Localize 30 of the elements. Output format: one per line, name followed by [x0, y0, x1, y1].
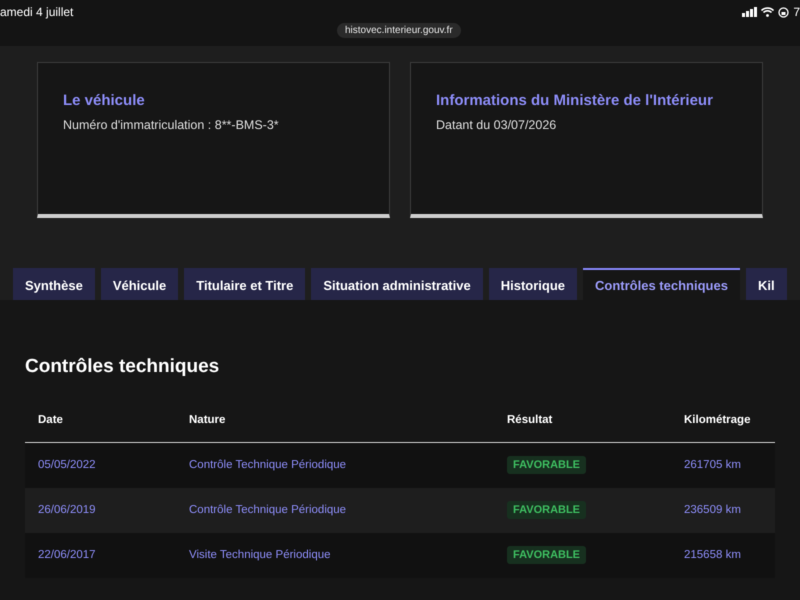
url-bar[interactable]: histovec.interieur.gouv.fr: [337, 23, 461, 38]
table-cell: Visite Technique Périodique: [176, 532, 494, 578]
tab[interactable]: Kil: [746, 268, 787, 300]
table-cell: Contrôle Technique Périodique: [176, 488, 494, 532]
tab[interactable]: Véhicule: [100, 268, 178, 300]
rotation-lock-icon: [778, 6, 790, 18]
tab[interactable]: Situation administrative: [311, 268, 483, 300]
card-text: Numéro d'immatriculation : 8**-BMS-3*: [63, 118, 280, 132]
status-badge: FAVORABLE: [507, 456, 586, 474]
signal-icon: [742, 7, 758, 17]
tab[interactable]: Titulaire et Titre: [184, 268, 306, 300]
table-cell: 26/06/2019: [25, 488, 176, 532]
card-title: Informations du Ministère de l'Intérieur: [436, 91, 714, 111]
card-text: Datant du 03/07/2026: [436, 118, 558, 132]
wifi-icon: [761, 7, 774, 17]
battery-percent: 7: [793, 5, 800, 19]
table-cell: 22/06/2017: [25, 532, 176, 578]
table-cell: 05/05/2022: [25, 442, 176, 488]
status-badge: FAVORABLE: [507, 501, 586, 519]
card-title: Le véhicule: [63, 91, 146, 111]
status-badge: FAVORABLE: [507, 546, 586, 564]
table-cell: 261705 km: [671, 442, 775, 488]
tab[interactable]: Synthèse: [13, 268, 95, 300]
tab[interactable]: Contrôles techniques: [583, 268, 740, 300]
table-cell: 236509 km: [671, 488, 775, 532]
status-date: amedi 4 juillet: [0, 5, 74, 19]
table-cell: 215658 km: [671, 532, 775, 578]
tab[interactable]: Historique: [488, 268, 578, 300]
table-cell: Contrôle Technique Périodique: [176, 442, 494, 488]
section-title: Contrôles techniques: [25, 356, 220, 378]
